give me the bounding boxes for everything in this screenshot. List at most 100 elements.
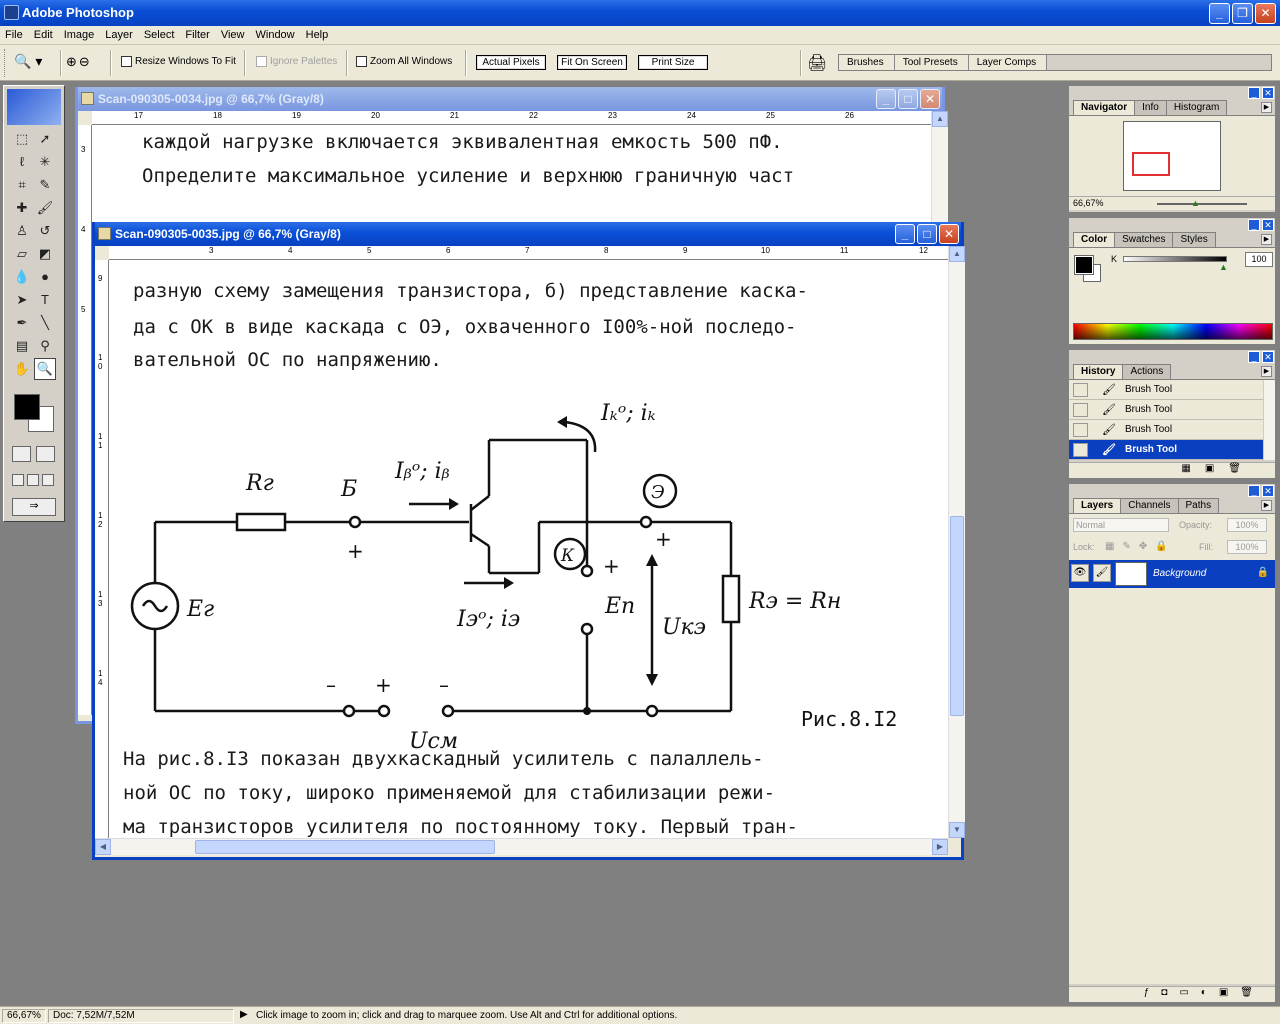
zoom-slider-handle-icon[interactable]: ▲ — [1191, 198, 1200, 208]
fit-on-screen-button[interactable]: Fit On Screen — [557, 55, 627, 70]
tool-preset-picker[interactable]: 🔍 ▾ — [14, 53, 56, 73]
marquee-tool-icon[interactable]: ⬚ — [11, 128, 33, 150]
full-screen-mode-icon[interactable] — [42, 474, 54, 486]
document-maximize-button[interactable]: □ — [898, 89, 918, 109]
new-layer-icon[interactable]: ▣ — [1219, 987, 1240, 998]
maximize-button[interactable]: ❐ — [1232, 3, 1253, 24]
zoom-tool-icon[interactable]: 🔍 — [34, 358, 56, 380]
menu-window[interactable]: Window — [251, 29, 301, 41]
palette-minimize-button[interactable]: _ — [1248, 219, 1260, 231]
tab-actions[interactable]: Actions — [1122, 364, 1172, 379]
tab-channels[interactable]: Channels — [1120, 498, 1179, 513]
palette-titlebar[interactable]: _ ✕ — [1069, 484, 1275, 498]
full-screen-menu-mode-icon[interactable] — [27, 474, 39, 486]
palette-minimize-button[interactable]: _ — [1248, 87, 1260, 99]
paint-bucket-tool-icon[interactable]: ◩ — [34, 243, 56, 265]
history-scrollbar[interactable] — [1263, 380, 1275, 460]
well-tab-tool-presets[interactable]: Tool Presets — [894, 55, 969, 70]
menu-file[interactable]: File — [0, 29, 29, 41]
document-maximize-button[interactable]: □ — [917, 224, 937, 244]
hand-tool-icon[interactable]: ✋ — [11, 358, 33, 380]
magic-wand-tool-icon[interactable]: ✳ — [34, 151, 56, 173]
color-fg-swatch[interactable] — [1074, 255, 1094, 275]
well-tab-brushes[interactable]: Brushes — [839, 55, 895, 70]
quick-mask-mode-icon[interactable] — [36, 446, 55, 462]
actual-pixels-button[interactable]: Actual Pixels — [476, 55, 546, 70]
scroll-right-button[interactable]: ▶ — [932, 839, 948, 855]
brush-tool-icon[interactable]: 🖌 — [34, 197, 56, 219]
navigator-zoom-value[interactable]: 66,67% — [1073, 198, 1104, 208]
document-canvas[interactable]: каждой нагрузке включается эквивалентная… — [92, 125, 931, 235]
lock-icons[interactable]: ▦✎✥🔒 — [1105, 541, 1176, 552]
navigator-view-box[interactable] — [1132, 152, 1170, 176]
color-ramp[interactable] — [1073, 323, 1273, 340]
standard-mode-icon[interactable] — [12, 446, 31, 462]
tab-color[interactable]: Color — [1073, 232, 1116, 247]
horizontal-scrollbar[interactable]: ◀ ▶ — [95, 838, 948, 855]
new-snapshot-icon[interactable]: ▦ — [1181, 463, 1204, 474]
history-item[interactable]: 🖌 Brush Tool — [1069, 420, 1263, 440]
ignore-palettes-checkbox[interactable]: Ignore Palettes — [256, 56, 337, 67]
healing-brush-tool-icon[interactable]: ✚ — [11, 197, 33, 219]
adobe-online-feather-icon[interactable] — [7, 89, 61, 125]
blur-tool-icon[interactable]: 💧 — [11, 266, 33, 288]
palette-close-button[interactable]: ✕ — [1262, 485, 1274, 497]
minimize-button[interactable]: _ — [1209, 3, 1230, 24]
document-titlebar[interactable]: Scan-090305-0034.jpg @ 66,7% (Gray/8) _ … — [78, 87, 942, 111]
palette-menu-button[interactable]: ▶ — [1261, 366, 1272, 377]
move-tool-icon[interactable]: ➚ — [34, 128, 56, 150]
new-document-icon[interactable]: ▣ — [1205, 463, 1228, 474]
menu-view[interactable]: View — [216, 29, 251, 41]
palette-well-icon[interactable]: 🖨 — [807, 53, 827, 73]
menu-edit[interactable]: Edit — [29, 29, 59, 41]
tab-swatches[interactable]: Swatches — [1114, 232, 1174, 247]
menu-filter[interactable]: Filter — [180, 29, 215, 41]
status-zoom-field[interactable]: 66,67% — [2, 1009, 46, 1023]
palette-menu-button[interactable]: ▶ — [1261, 102, 1272, 113]
tab-histogram[interactable]: Histogram — [1165, 100, 1228, 115]
scroll-left-button[interactable]: ◀ — [95, 839, 111, 855]
k-value-field[interactable]: 100 — [1245, 252, 1273, 267]
palette-titlebar[interactable]: _ ✕ — [1069, 350, 1275, 364]
eye-icon[interactable]: 👁 — [1071, 564, 1089, 582]
tab-info[interactable]: Info — [1134, 100, 1167, 115]
history-brush-tool-icon[interactable]: ↺ — [34, 220, 56, 242]
navigator-preview-area[interactable] — [1069, 116, 1275, 196]
palette-close-button[interactable]: ✕ — [1262, 351, 1274, 363]
document-minimize-button[interactable]: _ — [895, 224, 915, 244]
fill-field[interactable]: 100% — [1227, 540, 1267, 554]
document-titlebar[interactable]: Scan-090305-0035.jpg @ 66,7% (Gray/8) _ … — [95, 222, 961, 246]
status-doc-size[interactable]: Doc: 7,52M/7,52M — [48, 1009, 234, 1023]
scroll-up-button[interactable]: ▲ — [932, 111, 948, 127]
eyedropper-tool-icon[interactable]: ⚲ — [34, 335, 56, 357]
new-group-icon[interactable]: ▭ — [1179, 987, 1200, 998]
close-button[interactable]: ✕ — [1255, 3, 1276, 24]
slider-handle-icon[interactable]: ▲ — [1219, 262, 1228, 272]
palette-titlebar[interactable]: _ ✕ — [1069, 86, 1275, 100]
history-item-current[interactable]: 🖌 Brush Tool — [1069, 440, 1263, 460]
layer-row-background[interactable]: 👁 🖌 Background 🔒 — [1069, 560, 1275, 588]
tab-paths[interactable]: Paths — [1177, 498, 1220, 513]
adjustment-layer-icon[interactable]: ◐ — [1201, 987, 1219, 998]
standard-screen-mode-icon[interactable] — [12, 474, 24, 486]
trash-icon[interactable]: 🗑 — [1228, 463, 1255, 474]
k-channel-slider[interactable] — [1123, 256, 1227, 262]
zoom-in-out-icons[interactable]: ⊕⊖ — [66, 54, 92, 70]
well-tab-layer-comps[interactable]: Layer Comps — [968, 55, 1048, 70]
vertical-scrollbar[interactable]: ▲ ▼ — [948, 246, 965, 838]
tab-history[interactable]: History — [1073, 364, 1124, 379]
path-selection-tool-icon[interactable]: ➤ — [11, 289, 33, 311]
scroll-up-button[interactable]: ▲ — [949, 246, 965, 262]
palette-menu-button[interactable]: ▶ — [1261, 500, 1272, 511]
trash-icon[interactable]: 🗑 — [1240, 987, 1265, 998]
resize-windows-checkbox[interactable]: Resize Windows To Fit — [121, 56, 236, 67]
slice-tool-icon[interactable]: ✎ — [34, 174, 56, 196]
eraser-tool-icon[interactable]: ▱ — [11, 243, 33, 265]
blend-mode-select[interactable]: Normal — [1073, 518, 1169, 532]
palette-minimize-button[interactable]: _ — [1248, 351, 1260, 363]
scroll-down-button[interactable]: ▼ — [949, 822, 965, 838]
document-close-button[interactable]: ✕ — [939, 224, 959, 244]
palette-minimize-button[interactable]: _ — [1248, 485, 1260, 497]
options-grip[interactable] — [4, 49, 7, 77]
scroll-thumb[interactable] — [950, 516, 964, 716]
